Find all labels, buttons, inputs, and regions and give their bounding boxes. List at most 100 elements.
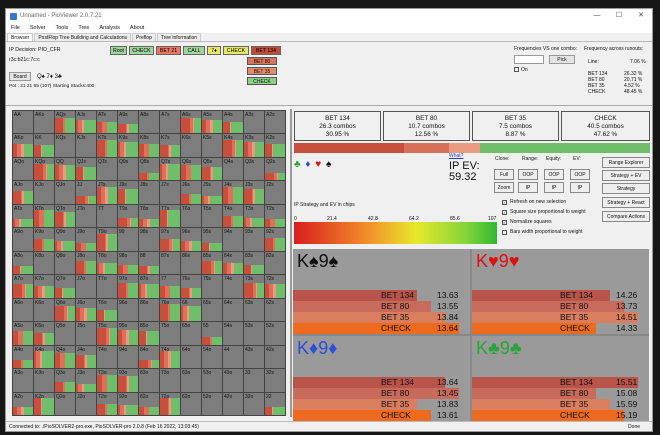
range-cell[interactable]: 76s <box>181 275 201 298</box>
range-cell[interactable]: 92s <box>265 228 285 251</box>
range-cell[interactable]: A9o <box>13 228 33 251</box>
range-cell[interactable]: 62s <box>265 298 285 322</box>
range-cell[interactable]: A2s <box>265 111 285 134</box>
range-cell[interactable]: T7o <box>97 275 117 298</box>
action-summary-bet-35[interactable]: BET 35 7.5 combos 8.87 % <box>472 111 559 141</box>
hand-panel[interactable]: K♣9♣ BET 134 15.51 BET 80 15.08 BET 35 15.59 CH… <box>472 336 649 421</box>
range-cell[interactable]: T6s <box>181 204 201 228</box>
range-cell[interactable]: 63s <box>244 298 264 322</box>
range-cell[interactable]: KTs <box>97 134 117 157</box>
range-cell[interactable]: T6o <box>97 298 117 322</box>
range-cell[interactable]: 42o <box>223 392 243 415</box>
pick-button[interactable]: Pick <box>549 55 575 64</box>
heart-icon[interactable]: ♥ <box>315 159 322 170</box>
strategy-button[interactable]: Strategy <box>602 183 650 194</box>
range-cell[interactable]: T4s <box>223 204 243 228</box>
strategy-react-button[interactable]: Strategy + React <box>602 197 650 208</box>
path-turn-card[interactable]: 7♦ <box>207 46 221 55</box>
menu-analysis[interactable]: Analysis <box>94 25 124 31</box>
action-summary-check[interactable]: CHECK 40.5 combos 47.62 % <box>561 111 650 141</box>
option-bet-80[interactable]: BET 80 <box>247 57 277 65</box>
range-cell[interactable]: J9s <box>118 181 138 204</box>
range-cell[interactable]: QTs <box>97 157 117 181</box>
range-cell[interactable]: AJo <box>13 181 33 204</box>
path-check[interactable]: CHECK <box>129 46 154 55</box>
range-cell[interactable]: J9o <box>76 228 96 251</box>
range-cell[interactable]: Q9o <box>55 228 75 251</box>
range-cell[interactable]: T3s <box>244 204 264 228</box>
range-cell[interactable]: 92o <box>118 392 138 415</box>
board-button[interactable]: Board <box>9 72 31 81</box>
range-oop-button[interactable]: OOP <box>518 169 538 180</box>
range-cell[interactable]: 72s <box>265 275 285 298</box>
range-cell[interactable]: 98s <box>139 228 159 251</box>
range-cell[interactable]: A6s <box>181 111 201 134</box>
range-cell[interactable]: Q9s <box>118 157 138 181</box>
range-cell[interactable]: 44 <box>223 345 243 369</box>
range-cell[interactable]: 83s <box>244 251 264 275</box>
range-cell[interactable]: T4o <box>97 345 117 369</box>
range-cell[interactable]: T2s <box>265 204 285 228</box>
range-cell[interactable]: J5s <box>202 181 222 204</box>
range-cell[interactable]: A8s <box>139 111 159 134</box>
range-cell[interactable]: 88 <box>139 251 159 275</box>
tab-tree-information[interactable]: Tree information <box>156 33 202 41</box>
spade-icon[interactable]: ♠ <box>326 159 332 170</box>
range-cell[interactable]: 62o <box>181 392 201 415</box>
range-cell[interactable]: 83o <box>139 369 159 392</box>
range-cell[interactable]: Q7s <box>160 157 180 181</box>
range-cell[interactable]: J2s <box>265 181 285 204</box>
range-cell[interactable]: J8o <box>76 251 96 275</box>
range-cell[interactable]: 85o <box>139 322 159 345</box>
equity-oop-button[interactable]: OOP <box>544 169 564 180</box>
range-cell[interactable]: J3s <box>244 181 264 204</box>
range-cell[interactable]: 94s <box>223 228 243 251</box>
range-cell[interactable]: A6o <box>13 298 33 322</box>
range-cell[interactable]: 98o <box>118 251 138 275</box>
range-cell[interactable]: A7s <box>160 111 180 134</box>
range-cell[interactable]: AQs <box>55 111 75 134</box>
range-cell[interactable]: 82o <box>139 392 159 415</box>
range-cell[interactable]: KTo <box>34 204 54 228</box>
range-cell[interactable]: A4o <box>13 345 33 369</box>
range-cell[interactable]: 53s <box>244 322 264 345</box>
range-cell[interactable]: 84s <box>223 251 243 275</box>
range-cell[interactable]: K5s <box>202 134 222 157</box>
range-cell[interactable]: K8o <box>34 251 54 275</box>
ev-oop-button[interactable]: OOP <box>570 169 590 180</box>
range-cell[interactable]: AA <box>13 111 33 134</box>
range-cell[interactable]: 52o <box>202 392 222 415</box>
range-cell[interactable]: A3s <box>244 111 264 134</box>
range-cell[interactable]: AKo <box>13 134 33 157</box>
range-cell[interactable]: QTo <box>55 204 75 228</box>
range-cell[interactable]: A5s <box>202 111 222 134</box>
normalize-checkbox[interactable]: ✓ Normalize squares <box>502 219 552 225</box>
range-cell[interactable]: Q6o <box>55 298 75 322</box>
range-cell[interactable]: 73o <box>160 369 180 392</box>
range-cell[interactable]: 72o <box>160 392 180 415</box>
range-cell[interactable]: K7o <box>34 275 54 298</box>
range-cell[interactable]: K6o <box>34 298 54 322</box>
range-cell[interactable]: K6s <box>181 134 201 157</box>
range-cell[interactable]: 97s <box>160 228 180 251</box>
action-summary-bet-134[interactable]: BET 134 26.3 combos 30.95 % <box>294 111 381 141</box>
close-icon[interactable]: ✕ <box>630 9 652 23</box>
range-cell[interactable]: J6s <box>181 181 201 204</box>
action-summary-bet-80[interactable]: BET 80 10.7 combos 12.56 % <box>383 111 470 141</box>
hand-panel[interactable]: K♠9♠ BET 134 13.63 BET 80 13.55 BET 35 13.84 CH… <box>293 249 470 334</box>
range-cell[interactable]: K3s <box>244 134 264 157</box>
range-cell[interactable]: KQo <box>34 157 54 181</box>
club-icon[interactable]: ♣ <box>294 159 302 170</box>
on-checkbox-box[interactable] <box>514 67 519 73</box>
range-cell[interactable]: 93s <box>244 228 264 251</box>
range-cell[interactable]: Q2o <box>55 392 75 415</box>
range-cell[interactable]: 95o <box>118 322 138 345</box>
range-cell[interactable]: K7s <box>160 134 180 157</box>
range-cell[interactable]: 53o <box>202 369 222 392</box>
range-cell[interactable]: T5o <box>97 322 117 345</box>
range-cell[interactable]: 55 <box>202 322 222 345</box>
range-cell[interactable]: J3o <box>76 369 96 392</box>
minimize-icon[interactable]: — <box>586 9 608 23</box>
range-cell[interactable]: KK <box>34 134 54 157</box>
range-cell[interactable]: Q5o <box>55 322 75 345</box>
